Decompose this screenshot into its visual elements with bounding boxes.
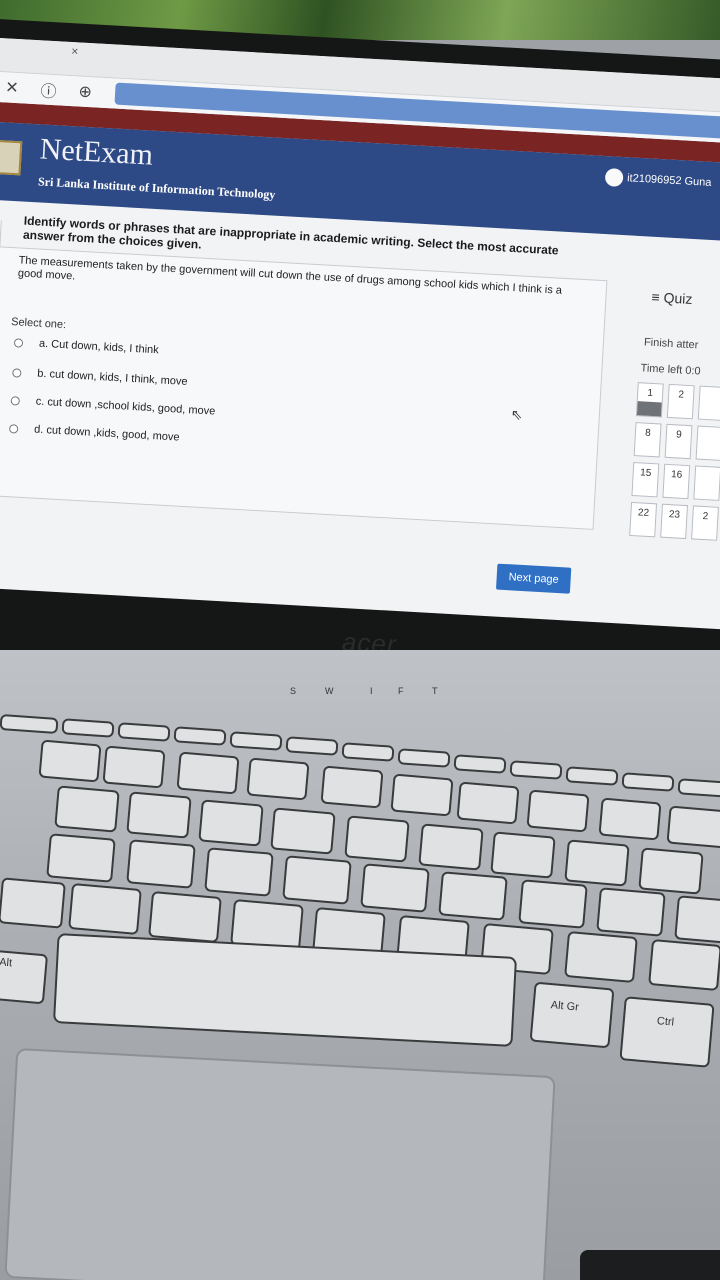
key[interactable] xyxy=(282,855,352,905)
brand-title: NetExam xyxy=(38,132,154,172)
key[interactable] xyxy=(598,797,662,841)
quiz-nav-button[interactable]: 15 xyxy=(631,462,660,498)
key[interactable] xyxy=(126,839,196,889)
finish-attempt-link[interactable]: Finish atter xyxy=(644,336,699,351)
quiz-nav-button[interactable] xyxy=(695,425,720,461)
select-one-label: Select one: xyxy=(10,316,67,332)
alt-key-label: Alt xyxy=(0,956,13,970)
key[interactable] xyxy=(526,789,590,833)
key[interactable] xyxy=(418,823,484,871)
quiz-nav-button[interactable]: 16 xyxy=(662,463,691,500)
ctrl-key[interactable]: Ctrl xyxy=(619,996,715,1068)
option-b[interactable]: b. cut down, kids, I think, move xyxy=(12,366,188,388)
quiz-nav-button[interactable] xyxy=(693,465,720,501)
key[interactable] xyxy=(596,887,666,937)
key[interactable] xyxy=(198,799,264,847)
quiz-nav-button[interactable] xyxy=(697,385,720,421)
alt-gr-key[interactable]: Alt Gr xyxy=(529,981,615,1049)
deck-label: T xyxy=(432,686,438,696)
bookmark-icon[interactable]: ⊕ xyxy=(78,81,93,102)
quiz-nav-title[interactable]: ≡ Quiz xyxy=(651,289,693,307)
key[interactable] xyxy=(344,815,410,863)
key[interactable] xyxy=(320,765,384,809)
key[interactable] xyxy=(68,883,142,935)
option-b-label: b. cut down, kids, I think, move xyxy=(36,367,188,388)
laptop-screen: × ✕ ⓘ ⊕ NetExam Sri Lanka Institute of I… xyxy=(0,38,720,630)
time-left: Time left 0:0 xyxy=(640,362,701,378)
background-object xyxy=(580,1250,720,1280)
quiz-nav-button[interactable]: 23 xyxy=(660,503,688,540)
radio-c[interactable] xyxy=(10,395,21,406)
key[interactable] xyxy=(360,863,430,913)
tab-close-icon[interactable]: × xyxy=(71,44,79,58)
next-page-button[interactable]: Next page xyxy=(495,563,572,594)
key[interactable] xyxy=(126,791,192,839)
key[interactable] xyxy=(490,831,556,879)
quiz-nav-button[interactable]: 2 xyxy=(666,383,695,420)
option-d[interactable]: d. cut down ,kids, good, move xyxy=(8,422,180,444)
key[interactable] xyxy=(270,807,336,855)
option-d-label: d. cut down ,kids, good, move xyxy=(33,423,180,444)
key[interactable] xyxy=(38,739,102,783)
key[interactable] xyxy=(204,847,274,897)
quiz-navigation-grid: 1 2 8 9 15 16 22 23 2 xyxy=(629,382,720,541)
quiz-nav-button[interactable]: 2 xyxy=(691,505,719,541)
alt-key[interactable]: Alt xyxy=(0,949,49,1005)
mouse-pointer-icon: ⇖ xyxy=(510,406,523,423)
main-content: Identify words or phrases that are inapp… xyxy=(0,200,720,630)
user-menu[interactable]: it21096952 Guna xyxy=(604,168,712,192)
radio-b[interactable] xyxy=(12,367,22,378)
key[interactable] xyxy=(176,751,240,795)
deck-label: I xyxy=(370,686,373,696)
key[interactable] xyxy=(246,757,310,801)
alt-gr-key-label: Alt Gr xyxy=(550,999,580,1014)
option-c[interactable]: c. cut down ,school kids, good, move xyxy=(10,394,216,418)
key[interactable] xyxy=(0,877,66,929)
user-id: it21096952 Guna xyxy=(626,172,712,189)
key[interactable] xyxy=(456,781,520,825)
key[interactable] xyxy=(564,839,630,887)
info-icon[interactable]: ⓘ xyxy=(40,77,57,102)
radio-a[interactable] xyxy=(13,337,24,348)
key[interactable] xyxy=(148,891,222,943)
quiz-nav-button[interactable]: 9 xyxy=(664,423,693,460)
key[interactable] xyxy=(518,879,588,929)
key[interactable] xyxy=(638,847,704,895)
key[interactable] xyxy=(438,871,508,921)
avatar xyxy=(604,168,624,187)
key[interactable] xyxy=(666,805,720,849)
close-icon[interactable]: ✕ xyxy=(5,77,20,98)
key[interactable] xyxy=(564,931,638,983)
key[interactable] xyxy=(46,833,116,883)
quiz-nav-button[interactable]: 1 xyxy=(635,382,664,418)
option-a-label: a. Cut down, kids, I think xyxy=(38,337,159,357)
institute-logo xyxy=(0,139,23,176)
key[interactable] xyxy=(674,895,720,945)
brand-subtitle: Sri Lanka Institute of Information Techn… xyxy=(37,174,276,202)
option-a[interactable]: a. Cut down, kids, I think xyxy=(13,336,159,357)
option-c-label: c. cut down ,school kids, good, move xyxy=(35,395,216,418)
deck-label: S xyxy=(290,686,297,696)
key[interactable] xyxy=(390,773,454,817)
radio-d[interactable] xyxy=(8,423,19,434)
key[interactable] xyxy=(102,745,166,789)
quiz-nav-button[interactable]: 22 xyxy=(629,501,658,538)
ctrl-key-label: Ctrl xyxy=(656,1015,675,1029)
touchpad[interactable] xyxy=(4,1048,556,1280)
deck-label: W xyxy=(325,686,334,696)
deck-label: F xyxy=(398,686,404,696)
question-box: The measurements taken by the government… xyxy=(0,246,608,530)
key[interactable] xyxy=(648,939,720,991)
key[interactable] xyxy=(54,785,120,833)
quiz-nav-button[interactable]: 8 xyxy=(633,422,662,458)
